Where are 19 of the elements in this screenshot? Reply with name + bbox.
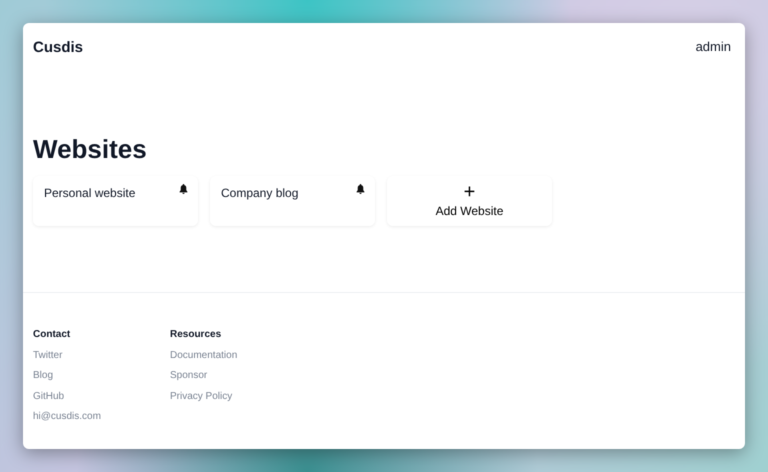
footer-link[interactable]: Sponsor xyxy=(170,370,240,383)
footer-link[interactable]: Twitter xyxy=(33,350,103,362)
bell-icon[interactable] xyxy=(179,184,188,194)
footer-link[interactable]: Privacy Policy xyxy=(170,390,240,404)
footer-link[interactable]: Blog xyxy=(33,370,103,383)
page-title: Websites xyxy=(33,135,148,164)
website-card[interactable]: Company blog xyxy=(210,176,375,226)
user-menu[interactable]: admin xyxy=(696,37,731,56)
footer-link[interactable]: Documentation xyxy=(170,350,240,362)
website-name[interactable]: Personal website xyxy=(44,184,136,202)
footer-heading: Resources xyxy=(170,328,222,342)
footer-link[interactable]: hi@cusdis.com xyxy=(33,411,103,424)
brand-logo[interactable]: Cusdis xyxy=(33,37,84,60)
footer-heading: Contact xyxy=(33,328,72,342)
bell-icon[interactable] xyxy=(356,184,365,194)
footer-link[interactable]: GitHub xyxy=(33,390,103,404)
add-website-button[interactable]: + Add Website xyxy=(387,176,552,226)
website-card[interactable]: Personal website xyxy=(33,176,198,226)
website-name[interactable]: Company blog xyxy=(221,184,298,202)
